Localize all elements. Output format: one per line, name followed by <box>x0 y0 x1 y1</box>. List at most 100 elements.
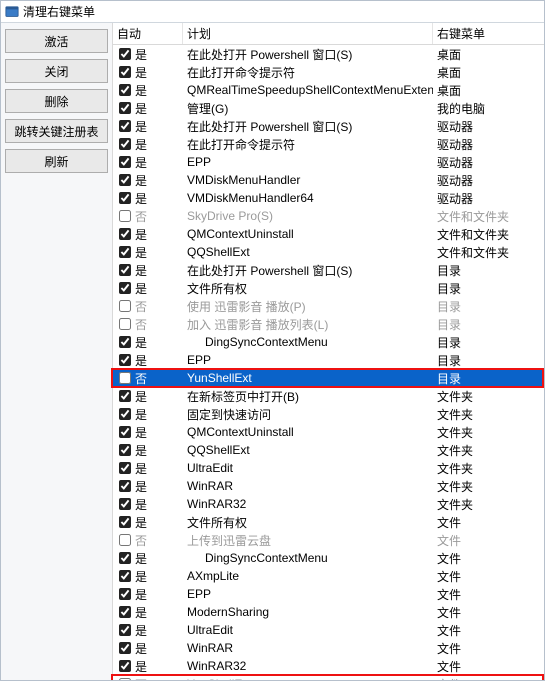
table-row[interactable]: 是固定到快速访问文件夹 <box>113 405 544 423</box>
menu-label: 文件和文件夹 <box>437 226 509 243</box>
row-checkbox[interactable] <box>119 498 131 510</box>
row-checkbox[interactable] <box>119 570 131 582</box>
row-checkbox[interactable] <box>119 318 131 330</box>
table-row[interactable]: 否SkyDrive Pro(S)文件和文件夹 <box>113 207 544 225</box>
table-row[interactable]: 是QQShellExt文件夹 <box>113 441 544 459</box>
row-checkbox[interactable] <box>119 192 131 204</box>
table-row[interactable]: 否使用 迅雷影音 播放(P)目录 <box>113 297 544 315</box>
row-checkbox[interactable] <box>119 120 131 132</box>
table-row[interactable]: 是VMDiskMenuHandler驱动器 <box>113 171 544 189</box>
table-row[interactable]: 是QMContextUninstall文件和文件夹 <box>113 225 544 243</box>
table-row[interactable]: 是AXmpLite文件 <box>113 567 544 585</box>
row-checkbox[interactable] <box>119 138 131 150</box>
row-checkbox[interactable] <box>119 516 131 528</box>
table-row[interactable]: 是EPP目录 <box>113 351 544 369</box>
cell-plan: VMDiskMenuHandler64 <box>183 189 433 207</box>
row-checkbox[interactable] <box>119 606 131 618</box>
row-checkbox[interactable] <box>119 336 131 348</box>
row-checkbox[interactable] <box>119 462 131 474</box>
table-row[interactable]: 是在此处打开 Powershell 窗口(S)驱动器 <box>113 117 544 135</box>
row-checkbox[interactable] <box>119 678 131 680</box>
table-row[interactable]: 是在此打开命令提示符桌面 <box>113 63 544 81</box>
close-button[interactable]: 关闭 <box>5 59 108 83</box>
table-row[interactable]: 否加入 迅雷影音 播放列表(L)目录 <box>113 315 544 333</box>
menu-label: 桌面 <box>437 64 461 81</box>
row-checkbox[interactable] <box>119 588 131 600</box>
plan-label: UltraEdit <box>187 623 233 637</box>
col-header-auto[interactable]: 自动 <box>113 23 183 44</box>
row-checkbox[interactable] <box>119 444 131 456</box>
plan-label: VMDiskMenuHandler <box>187 173 300 187</box>
row-checkbox[interactable] <box>119 84 131 96</box>
row-checkbox[interactable] <box>119 660 131 672</box>
row-checkbox[interactable] <box>119 264 131 276</box>
auto-label: 是 <box>135 604 147 621</box>
delete-button[interactable]: 删除 <box>5 89 108 113</box>
row-checkbox[interactable] <box>119 174 131 186</box>
table-row[interactable]: 是WinRAR32文件夹 <box>113 495 544 513</box>
col-header-plan[interactable]: 计划 <box>183 23 433 44</box>
table-row[interactable]: 是在此打开命令提示符驱动器 <box>113 135 544 153</box>
row-checkbox[interactable] <box>119 408 131 420</box>
cell-plan: 在此打开命令提示符 <box>183 135 433 153</box>
row-checkbox[interactable] <box>119 210 131 222</box>
menu-label: 文件夹 <box>437 478 473 495</box>
table-row[interactable]: 是文件所有权文件 <box>113 513 544 531</box>
table-row[interactable]: 是DingSyncContextMenu文件 <box>113 549 544 567</box>
row-checkbox[interactable] <box>119 48 131 60</box>
table-row[interactable]: 是WinRAR文件夹 <box>113 477 544 495</box>
cell-plan: AXmpLite <box>183 567 433 585</box>
table-row[interactable]: 是ModernSharing文件 <box>113 603 544 621</box>
row-checkbox[interactable] <box>119 282 131 294</box>
auto-label: 是 <box>135 442 147 459</box>
row-checkbox[interactable] <box>119 156 131 168</box>
plan-label: WinRAR32 <box>187 497 246 511</box>
auto-label: 是 <box>135 118 147 135</box>
table-row[interactable]: 是WinRAR文件 <box>113 639 544 657</box>
cell-menu: 驱动器 <box>433 171 544 189</box>
table-row[interactable]: 是EPP驱动器 <box>113 153 544 171</box>
table-row[interactable]: 是DingSyncContextMenu目录 <box>113 333 544 351</box>
row-checkbox[interactable] <box>119 480 131 492</box>
table-row[interactable]: 是在此处打开 Powershell 窗口(S)桌面 <box>113 45 544 63</box>
cell-plan: 在此处打开 Powershell 窗口(S) <box>183 261 433 279</box>
row-checkbox[interactable] <box>119 246 131 258</box>
refresh-button[interactable]: 刷新 <box>5 149 108 173</box>
row-checkbox[interactable] <box>119 624 131 636</box>
table-row[interactable]: 是VMDiskMenuHandler64驱动器 <box>113 189 544 207</box>
row-checkbox[interactable] <box>119 642 131 654</box>
table-row[interactable]: 是UltraEdit文件 <box>113 621 544 639</box>
table-row[interactable]: 是在新标签页中打开(B)文件夹 <box>113 387 544 405</box>
row-checkbox[interactable] <box>119 372 131 384</box>
row-checkbox[interactable] <box>119 354 131 366</box>
cell-plan: DingSyncContextMenu <box>183 549 433 567</box>
jump-registry-button[interactable]: 跳转关键注册表 <box>5 119 108 143</box>
plan-label: 加入 迅雷影音 播放列表(L) <box>187 316 328 333</box>
list-rows[interactable]: 是在此处打开 Powershell 窗口(S)桌面是在此打开命令提示符桌面是QM… <box>113 45 544 680</box>
auto-label: 是 <box>135 460 147 477</box>
row-checkbox[interactable] <box>119 102 131 114</box>
row-checkbox[interactable] <box>119 390 131 402</box>
plan-label: QQShellExt <box>187 245 250 259</box>
cell-plan: VMDiskMenuHandler <box>183 171 433 189</box>
table-row[interactable]: 否YunShellExt文件 <box>113 675 544 680</box>
table-row[interactable]: 否YunShellExt目录 <box>113 369 544 387</box>
table-row[interactable]: 是文件所有权目录 <box>113 279 544 297</box>
row-checkbox[interactable] <box>119 426 131 438</box>
row-checkbox[interactable] <box>119 228 131 240</box>
table-row[interactable]: 是UltraEdit文件夹 <box>113 459 544 477</box>
table-row[interactable]: 是在此处打开 Powershell 窗口(S)目录 <box>113 261 544 279</box>
table-row[interactable]: 是QMContextUninstall文件夹 <box>113 423 544 441</box>
table-row[interactable]: 是WinRAR32文件 <box>113 657 544 675</box>
activate-button[interactable]: 激活 <box>5 29 108 53</box>
table-row[interactable]: 是QMRealTimeSpeedupShellContextMenuExtens… <box>113 81 544 99</box>
table-row[interactable]: 否上传到迅雷云盘文件 <box>113 531 544 549</box>
table-row[interactable]: 是QQShellExt文件和文件夹 <box>113 243 544 261</box>
row-checkbox[interactable] <box>119 534 131 546</box>
table-row[interactable]: 是管理(G)我的电脑 <box>113 99 544 117</box>
row-checkbox[interactable] <box>119 66 131 78</box>
col-header-menu[interactable]: 右键菜单 <box>433 23 544 44</box>
table-row[interactable]: 是EPP文件 <box>113 585 544 603</box>
row-checkbox[interactable] <box>119 552 131 564</box>
row-checkbox[interactable] <box>119 300 131 312</box>
